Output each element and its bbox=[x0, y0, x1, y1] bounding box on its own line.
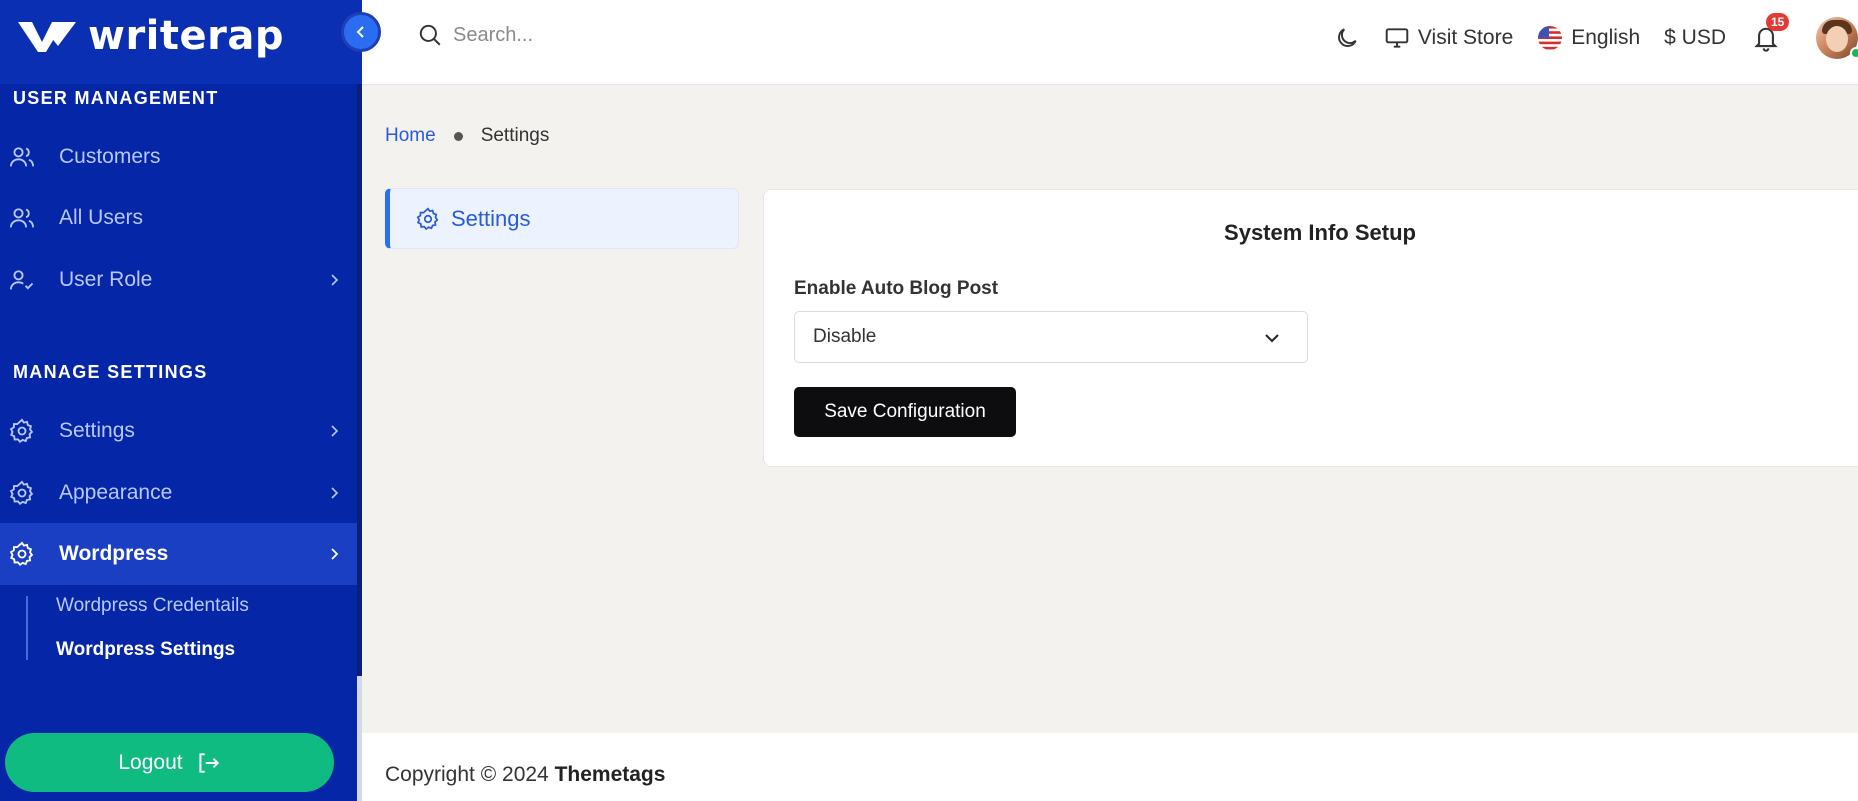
users-icon bbox=[8, 143, 36, 171]
currency-label: $ USD bbox=[1664, 25, 1726, 49]
breadcrumb-home[interactable]: Home bbox=[385, 125, 436, 147]
save-configuration-button[interactable]: Save Configuration bbox=[794, 387, 1016, 437]
sidebar-item-settings[interactable]: Settings bbox=[0, 400, 357, 462]
sidebar-item-all-users[interactable]: All Users bbox=[0, 187, 357, 249]
section-title-manage-settings: MANAGE SETTINGS bbox=[13, 362, 208, 382]
brand-name: writerap bbox=[88, 13, 284, 59]
monitor-icon bbox=[1385, 27, 1409, 48]
copyright-text: Copyright © 2024 Themetags bbox=[385, 763, 665, 787]
submenu-guide-line bbox=[26, 596, 28, 660]
gear-icon bbox=[416, 206, 439, 230]
avatar[interactable] bbox=[1816, 16, 1858, 59]
us-flag-icon bbox=[1538, 25, 1563, 50]
moon-icon bbox=[1337, 27, 1357, 47]
notifications-button[interactable]: 15 bbox=[1752, 12, 1790, 53]
chevron-right-icon bbox=[326, 272, 342, 288]
sidebar-item-label: Wordpress bbox=[59, 542, 169, 565]
chevron-right-icon bbox=[326, 485, 342, 501]
sidebar-item-label: Appearance bbox=[59, 481, 173, 504]
online-status-dot bbox=[1850, 46, 1858, 59]
search-bar[interactable] bbox=[417, 22, 753, 48]
gear-icon bbox=[8, 479, 36, 507]
gear-icon bbox=[8, 417, 36, 445]
visit-store-label: Visit Store bbox=[1417, 25, 1514, 49]
sidebar-item-user-role[interactable]: User Role bbox=[0, 249, 357, 311]
copyright-prefix: Copyright © 2024 bbox=[385, 763, 555, 786]
system-info-card: System Info Setup Enable Auto Blog Post … bbox=[763, 189, 1858, 467]
sidebar-item-customers[interactable]: Customers bbox=[0, 126, 357, 188]
sidebar-item-label: User Role bbox=[59, 268, 153, 291]
visit-store-link[interactable]: Visit Store bbox=[1384, 25, 1513, 51]
language-label: English bbox=[1571, 25, 1641, 49]
sidebar-item-label: All Users bbox=[59, 206, 144, 229]
submenu-item-wordpress-settings[interactable]: Wordpress Settings bbox=[56, 639, 235, 661]
chevron-left-icon bbox=[356, 26, 364, 38]
sidebar-item-label: Customers bbox=[59, 145, 161, 168]
logout-icon bbox=[199, 752, 219, 773]
users-icon bbox=[8, 204, 36, 232]
card-title: System Info Setup bbox=[1224, 220, 1416, 245]
sidebar-item-appearance[interactable]: Appearance bbox=[0, 462, 357, 524]
chevron-down-icon bbox=[1265, 334, 1279, 343]
search-icon bbox=[419, 24, 441, 46]
logo-mark-icon bbox=[18, 22, 76, 52]
select-value: Disable bbox=[813, 326, 877, 347]
logout-button[interactable]: Logout bbox=[5, 733, 334, 792]
chevron-right-icon bbox=[326, 546, 342, 562]
user-check-icon bbox=[8, 266, 36, 294]
notification-badge: 15 bbox=[1766, 12, 1790, 31]
top-header: Visit Store English $ USD 1 bbox=[362, 0, 1858, 85]
breadcrumb-current: Settings bbox=[480, 125, 550, 146]
sidebar-scrollbar[interactable] bbox=[357, 84, 362, 801]
currency-selector[interactable]: $ USD bbox=[1664, 26, 1726, 50]
brand-logo[interactable]: writerap bbox=[16, 16, 284, 56]
language-selector[interactable]: English bbox=[1537, 25, 1640, 51]
copyright-company: Themetags bbox=[554, 763, 666, 786]
logout-label: Logout bbox=[118, 750, 183, 774]
auto-blog-post-label: Enable Auto Blog Post bbox=[794, 278, 999, 299]
chevron-right-icon bbox=[326, 423, 342, 439]
sidebar-collapse-button[interactable] bbox=[341, 12, 381, 52]
section-title-user-management: USER MANAGEMENT bbox=[13, 88, 219, 108]
breadcrumb-separator bbox=[453, 131, 463, 141]
sidebar: writerap USER MANAGEMENT Customers All U… bbox=[0, 0, 362, 801]
gear-icon bbox=[8, 540, 36, 568]
search-input[interactable] bbox=[453, 23, 753, 47]
tab-settings-label: Settings bbox=[451, 205, 531, 231]
theme-toggle-button[interactable] bbox=[1334, 25, 1360, 51]
brand-header: writerap bbox=[0, 0, 362, 84]
auto-blog-post-select[interactable]: Disable bbox=[794, 311, 1308, 363]
tab-settings[interactable]: Settings bbox=[385, 188, 739, 249]
submenu-item-wordpress-credentials[interactable]: Wordpress Credentails bbox=[56, 595, 249, 617]
sidebar-item-wordpress[interactable]: Wordpress bbox=[0, 523, 357, 585]
header-actions: Visit Store English $ USD 15 bbox=[1334, 0, 1858, 75]
breadcrumb: Home Settings bbox=[385, 125, 549, 147]
sidebar-item-label: Settings bbox=[59, 419, 135, 442]
footer: Copyright © 2024 Themetags bbox=[362, 733, 1858, 801]
avatar-face bbox=[1826, 25, 1848, 52]
